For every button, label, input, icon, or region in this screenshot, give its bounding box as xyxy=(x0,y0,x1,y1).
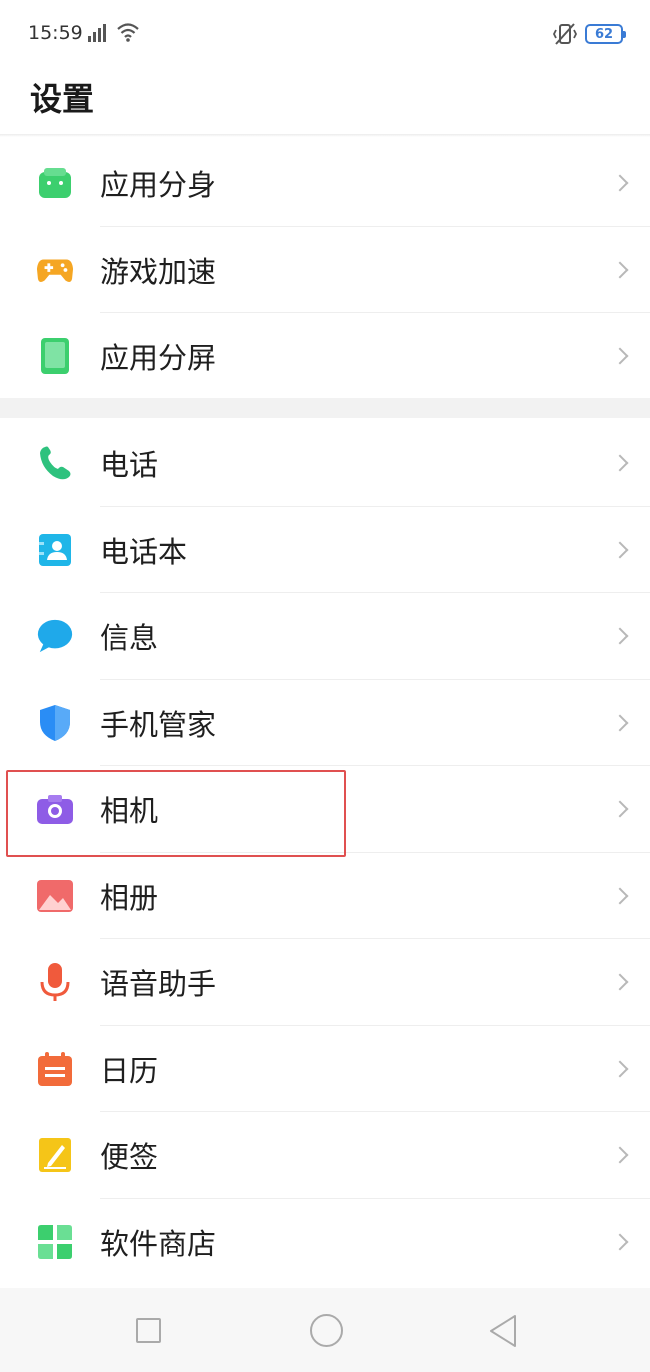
settings-item-label: 软件商店 xyxy=(100,1226,217,1261)
chevron-right-icon xyxy=(611,627,629,645)
battery-level: 62 xyxy=(594,26,614,42)
settings-item-notes[interactable]: 便签 xyxy=(0,1112,650,1199)
settings-item-gallery[interactable]: 相册 xyxy=(0,853,650,940)
highlight-annotation xyxy=(6,770,346,857)
settings-item-phone-manager[interactable]: 手机管家 xyxy=(0,680,650,767)
settings-item-label: 应用分身 xyxy=(100,168,217,203)
settings-item-label: 游戏加速 xyxy=(100,254,217,289)
settings-item-label: 电话本 xyxy=(100,534,188,569)
settings-item-contacts[interactable]: 电话本 xyxy=(0,507,650,594)
settings-item-label: 电话 xyxy=(100,448,159,483)
chevron-right-icon xyxy=(611,714,629,732)
settings-group-1: 应用分身 游戏加速 应用分屏 xyxy=(0,140,650,400)
page-title: 设置 xyxy=(30,80,95,118)
home-icon[interactable] xyxy=(310,1314,343,1347)
battery-icon: 62 xyxy=(585,24,626,44)
calendar-icon xyxy=(36,1050,74,1088)
app-clone-icon xyxy=(36,164,74,202)
settings-item-label: 语音助手 xyxy=(100,967,217,1002)
status-bar: 15:59 62 xyxy=(0,0,650,70)
settings-item-label: 日历 xyxy=(100,1053,159,1088)
settings-item-split-screen[interactable]: 应用分屏 xyxy=(0,313,650,400)
settings-item-app-clone[interactable]: 应用分身 xyxy=(0,140,650,227)
settings-item-label: 便签 xyxy=(100,1140,159,1175)
settings-item-voice-assistant[interactable]: 语音助手 xyxy=(0,939,650,1026)
shield-icon xyxy=(36,704,74,742)
notes-icon xyxy=(36,1136,74,1174)
vibrate-icon xyxy=(552,22,578,50)
section-divider xyxy=(0,398,650,418)
chevron-right-icon xyxy=(611,1146,629,1164)
chevron-right-icon xyxy=(611,1060,629,1078)
chevron-right-icon xyxy=(611,541,629,559)
chevron-right-icon xyxy=(611,800,629,818)
chevron-right-icon xyxy=(611,454,629,472)
settings-item-label: 手机管家 xyxy=(100,707,217,742)
wifi-icon xyxy=(116,22,140,46)
signal-icon xyxy=(88,24,112,46)
contacts-icon xyxy=(36,531,74,569)
message-icon xyxy=(36,617,74,655)
settings-item-calendar[interactable]: 日历 xyxy=(0,1026,650,1113)
chevron-right-icon xyxy=(611,1233,629,1251)
settings-item-label: 相册 xyxy=(100,880,159,915)
settings-item-label: 信息 xyxy=(100,621,159,656)
chevron-right-icon xyxy=(611,887,629,905)
chevron-right-icon xyxy=(611,973,629,991)
settings-item-app-store[interactable]: 软件商店 xyxy=(0,1199,650,1286)
settings-item-label: 应用分屏 xyxy=(100,341,217,376)
settings-item-phone[interactable]: 电话 xyxy=(0,420,650,507)
chevron-right-icon xyxy=(611,174,629,192)
split-screen-icon xyxy=(36,337,74,375)
settings-item-game-boost[interactable]: 游戏加速 xyxy=(0,227,650,314)
chevron-right-icon xyxy=(611,261,629,279)
status-time: 15:59 xyxy=(28,22,83,44)
back-icon[interactable] xyxy=(488,1314,518,1352)
settings-item-messages[interactable]: 信息 xyxy=(0,593,650,680)
chevron-right-icon xyxy=(611,347,629,365)
gamepad-icon xyxy=(36,251,74,289)
microphone-icon xyxy=(36,963,74,1002)
recent-apps-icon[interactable] xyxy=(136,1318,161,1343)
navigation-bar xyxy=(0,1288,650,1372)
phone-icon xyxy=(36,444,74,482)
gallery-icon xyxy=(36,877,74,915)
header-divider xyxy=(0,134,650,137)
app-store-icon xyxy=(36,1223,74,1261)
